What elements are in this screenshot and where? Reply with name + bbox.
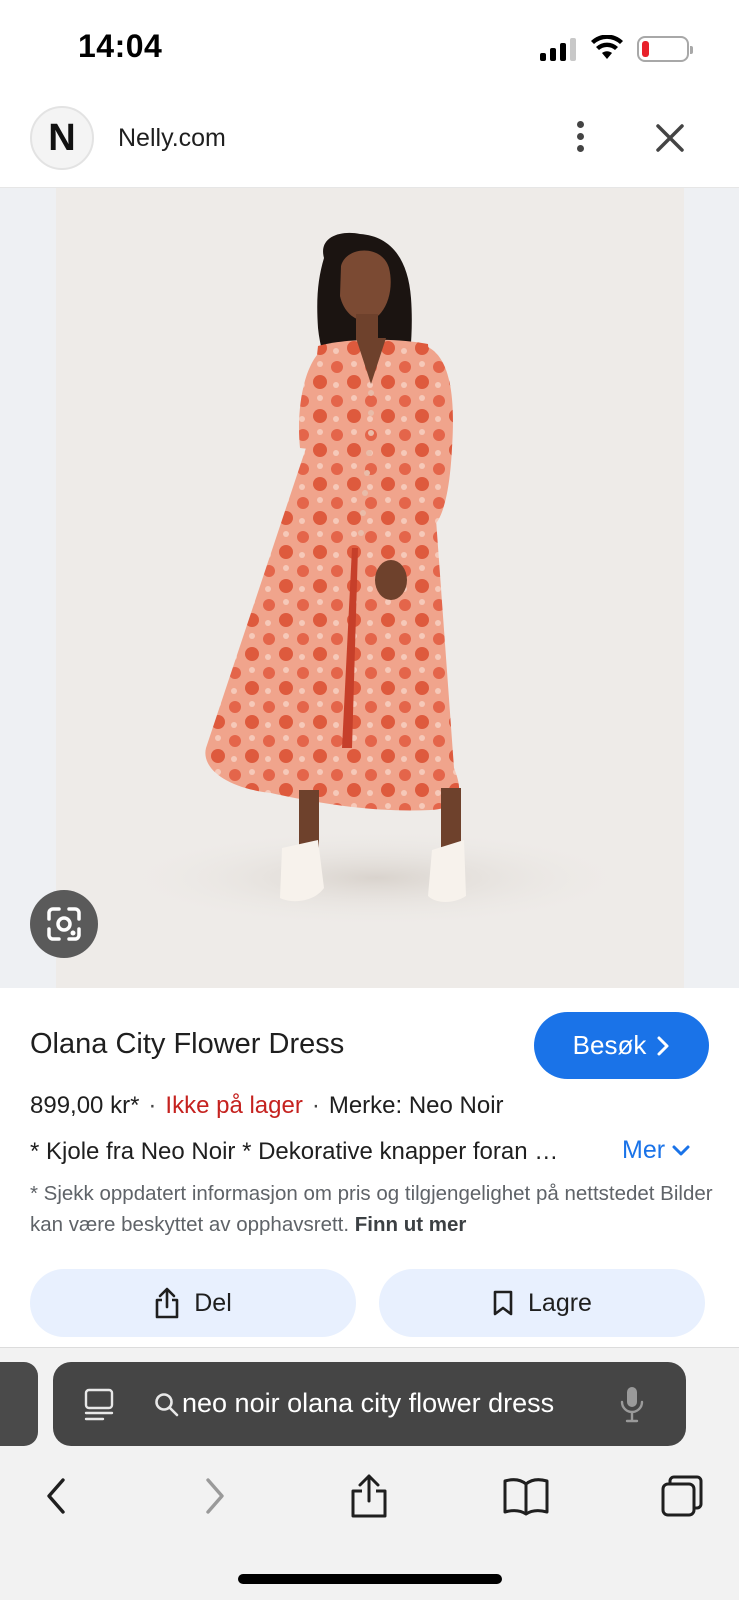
microphone-icon[interactable] xyxy=(619,1384,645,1424)
home-indicator[interactable] xyxy=(238,1574,502,1584)
previous-tab[interactable] xyxy=(0,1362,38,1446)
chevron-right-icon xyxy=(206,1478,224,1514)
tabs-icon xyxy=(661,1475,703,1517)
share-icon xyxy=(351,1474,387,1518)
status-bar: 14:04 xyxy=(0,0,739,100)
image-viewer xyxy=(0,188,739,988)
share-label: Del xyxy=(194,1288,232,1317)
address-bar[interactable]: neo noir olana city flower dress xyxy=(53,1362,686,1446)
price-line: 899,00 kr* · Ikke på lager · Merke: Neo Noir xyxy=(30,1092,504,1119)
bookmark-icon xyxy=(493,1290,513,1316)
learn-more-link[interactable]: Finn ut mer xyxy=(355,1213,467,1236)
more-vert-icon[interactable] xyxy=(560,114,600,158)
dress-photo xyxy=(116,232,636,928)
share-button-browser[interactable] xyxy=(341,1468,397,1524)
visit-button[interactable]: Besøk xyxy=(534,1012,709,1079)
product-info-panel: Olana City Flower Dress Besøk 899,00 kr*… xyxy=(0,988,739,1348)
save-label: Lagre xyxy=(528,1288,592,1317)
site-logo[interactable]: N xyxy=(30,106,94,170)
more-link[interactable]: Mer xyxy=(622,1136,691,1165)
visit-button-label: Besøk xyxy=(572,1030,647,1060)
search-query: neo noir olana city flower dress xyxy=(182,1388,555,1418)
product-description: * Kjole fra Neo Noir * Dekorative knappe… xyxy=(30,1138,559,1165)
chevron-right-icon xyxy=(657,1036,669,1055)
share-icon xyxy=(155,1287,179,1319)
google-lens-icon[interactable] xyxy=(30,890,98,958)
forward-button[interactable] xyxy=(187,1468,243,1524)
share-button[interactable]: Del xyxy=(30,1269,356,1337)
back-button[interactable] xyxy=(28,1468,84,1524)
save-button[interactable]: Lagre xyxy=(379,1269,705,1337)
battery-level xyxy=(642,41,649,57)
book-icon xyxy=(503,1478,549,1516)
cellular-signal-icon xyxy=(540,37,576,61)
product-image[interactable] xyxy=(56,188,684,988)
stock-status: Ikke på lager xyxy=(165,1092,303,1119)
price: 899,00 kr* xyxy=(30,1092,140,1119)
browser-toolbar: neo noir olana city flower dress xyxy=(0,1347,739,1600)
status-time: 14:04 xyxy=(78,28,163,64)
tabs-button[interactable] xyxy=(654,1468,710,1524)
bookmarks-button[interactable] xyxy=(498,1468,554,1524)
site-header: N Nelly.com xyxy=(0,100,739,188)
wifi-icon xyxy=(591,35,623,59)
chevron-down-icon xyxy=(672,1145,690,1155)
reader-mode-icon[interactable] xyxy=(83,1388,115,1422)
close-icon[interactable] xyxy=(648,116,692,160)
search-icon xyxy=(155,1393,179,1417)
product-title: Olana City Flower Dress xyxy=(30,1028,345,1060)
chevron-left-icon xyxy=(47,1478,65,1514)
more-link-label: Mer xyxy=(622,1136,666,1164)
battery-icon xyxy=(637,36,693,62)
site-name[interactable]: Nelly.com xyxy=(118,124,226,153)
brand: Merke: Neo Noir xyxy=(328,1092,504,1119)
disclaimer: * Sjekk oppdatert informasjon om pris og… xyxy=(30,1178,720,1240)
